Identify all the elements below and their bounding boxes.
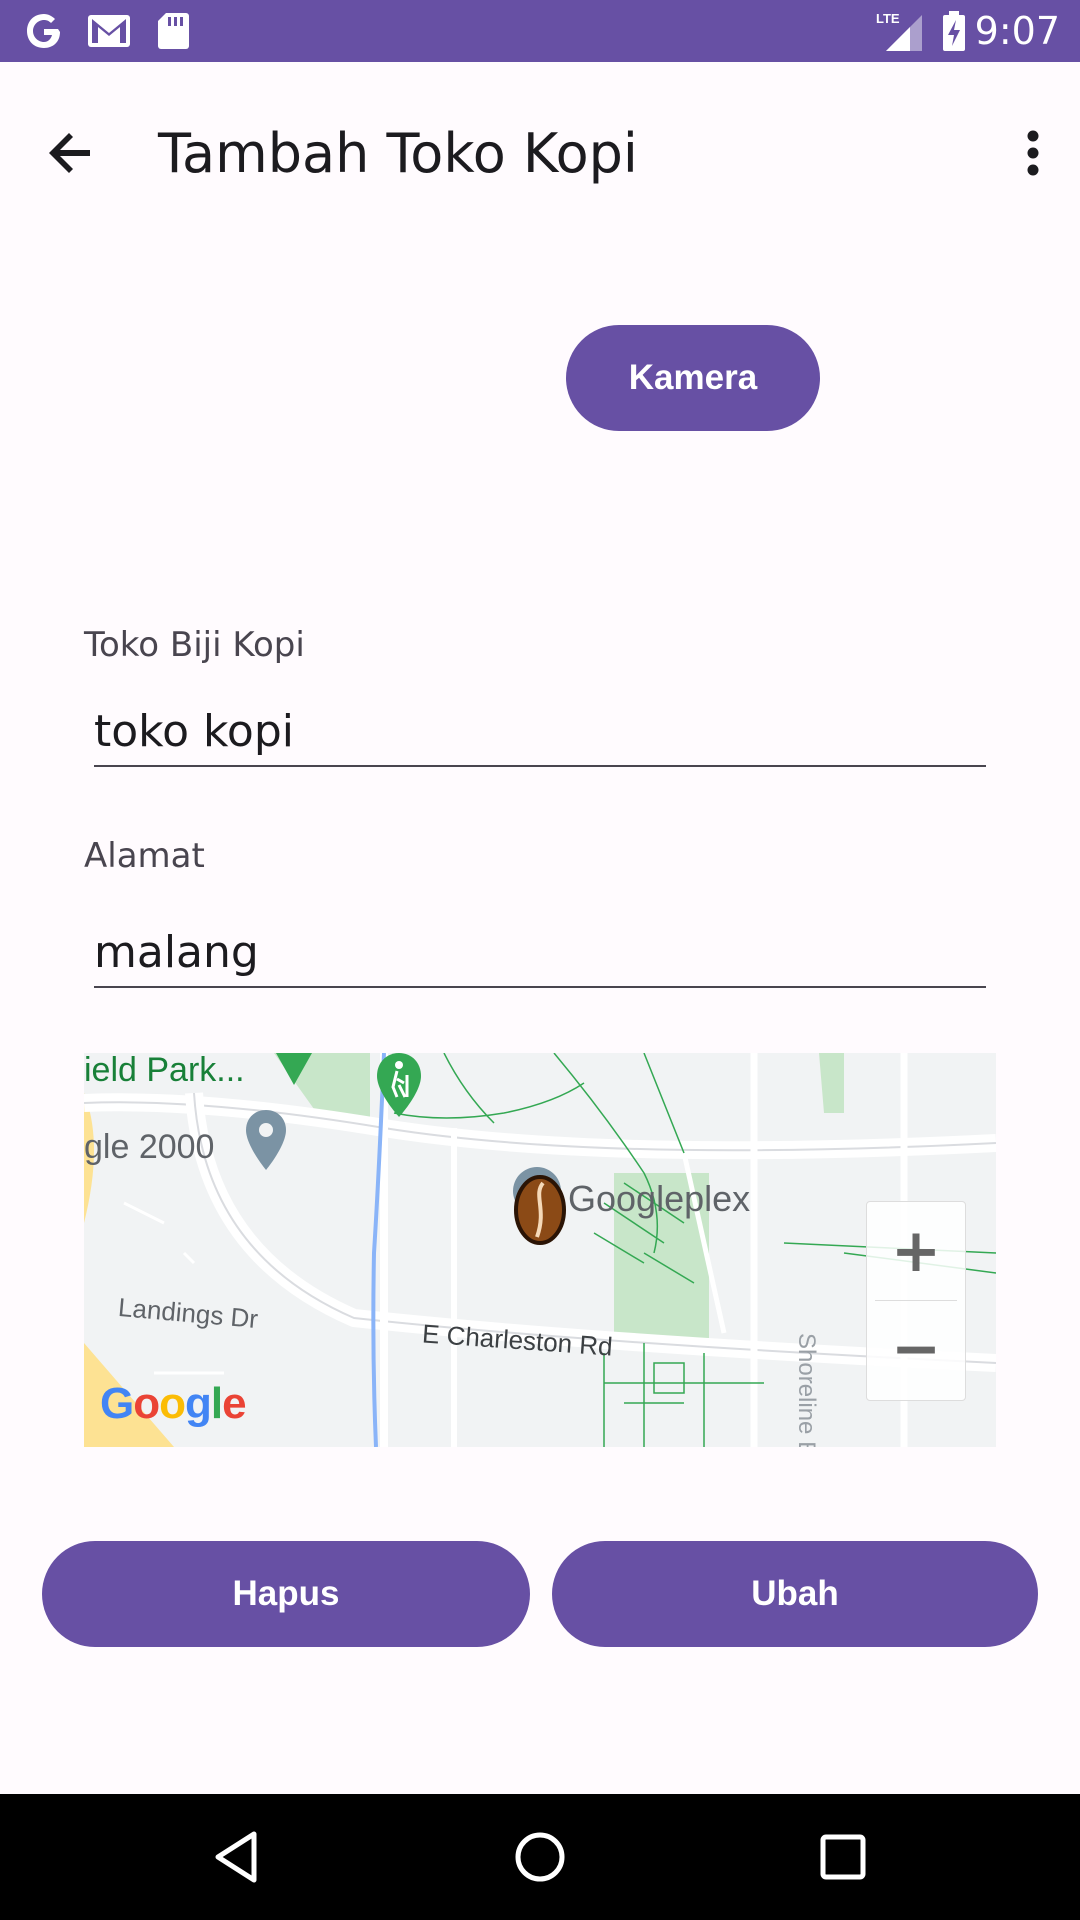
map-label-2000: gle 2000: [84, 1128, 215, 1166]
address-field[interactable]: [94, 918, 986, 988]
navigation-bar: [0, 1794, 1080, 1920]
sd-card-icon: [156, 0, 190, 62]
nav-back-icon: [215, 1831, 257, 1883]
nav-home-button[interactable]: [490, 1794, 590, 1920]
name-field[interactable]: [94, 697, 986, 767]
status-bar: LTE 9:07: [0, 0, 1080, 62]
nav-home-icon: [515, 1832, 565, 1882]
app-bar: Tambah Toko Kopi: [0, 62, 1080, 232]
google-icon: [24, 0, 64, 62]
battery-charging-icon: [940, 0, 968, 62]
map-view[interactable]: ield Park... gle 2000 Googleplex Landing…: [84, 1053, 996, 1447]
place-pin-icon[interactable]: [244, 1108, 288, 1172]
map-label-shoreline: Shoreline Blvd: [793, 1333, 820, 1447]
zoom-controls: + −: [866, 1201, 966, 1401]
gmail-icon: [86, 0, 132, 62]
nav-recents-icon: [820, 1834, 866, 1880]
google-logo: Google: [100, 1379, 247, 1428]
status-time: 9:07: [974, 9, 1060, 53]
delete-button[interactable]: Hapus: [42, 1541, 530, 1647]
map-label-googleplex: Googleplex: [568, 1178, 751, 1219]
overflow-menu-button[interactable]: [1008, 118, 1058, 188]
camera-button[interactable]: Kamera: [566, 325, 820, 431]
svg-text:LTE: LTE: [876, 11, 900, 26]
map-label-park: ield Park...: [84, 1053, 245, 1089]
name-field-label: Toko Biji Kopi: [84, 625, 305, 665]
nav-back-button[interactable]: [186, 1794, 286, 1920]
signal-icon: LTE: [874, 0, 924, 62]
page-title: Tambah Toko Kopi: [158, 122, 638, 185]
address-field-label: Alamat: [84, 836, 205, 876]
coffee-bean-marker[interactable]: [509, 1165, 567, 1245]
park-pin-icon: [276, 1053, 312, 1085]
arrow-back-icon: [49, 133, 90, 173]
update-button[interactable]: Ubah: [552, 1541, 1038, 1647]
zoom-in-button[interactable]: +: [867, 1202, 965, 1300]
zoom-out-button[interactable]: −: [867, 1300, 965, 1398]
nav-recents-button[interactable]: [793, 1794, 893, 1920]
more-vert-icon: [1027, 130, 1039, 176]
back-button[interactable]: [40, 122, 102, 184]
hiking-pin-icon[interactable]: [374, 1053, 424, 1123]
